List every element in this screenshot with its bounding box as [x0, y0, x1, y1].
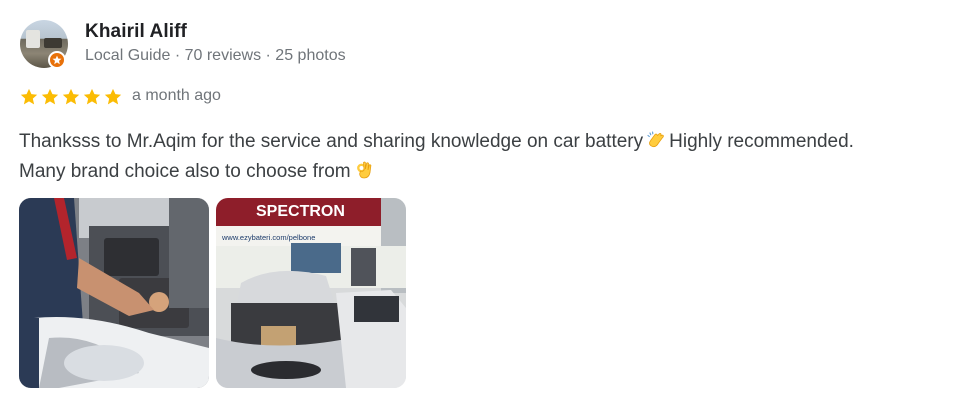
- local-guide-badge-icon: [48, 51, 66, 69]
- star-icon: [62, 88, 80, 105]
- shop-sign: SPECTRON: [256, 203, 345, 220]
- review-text-segment: Highly recommended.: [669, 131, 854, 152]
- review-photo[interactable]: [19, 198, 209, 388]
- review-photo[interactable]: SPECTRON www.ezybateri.com/pelbone: [216, 198, 406, 388]
- review-time: a month ago: [132, 87, 221, 104]
- shop-url: www.ezybateri.com/pelbone: [221, 233, 315, 242]
- review-card: Khairil Aliff Local Guide · 70 reviews ·…: [0, 0, 962, 400]
- star-icon: [20, 88, 38, 105]
- reviewer-meta[interactable]: Local Guide · 70 reviews · 25 photos: [85, 47, 346, 65]
- review-text-segment: Many brand choice also to choose from: [19, 161, 351, 182]
- review-text-line: Many brand choice also to choose from: [19, 157, 959, 187]
- review-text-segment: Thanksss to Mr.Aqim for the service and …: [19, 131, 644, 152]
- reviewer-name[interactable]: Khairil Aliff: [85, 21, 187, 43]
- review-text-line: Thanksss to Mr.Aqim for the service and …: [19, 127, 959, 157]
- star-rating: [19, 87, 123, 107]
- shop-front-photo: SPECTRON www.ezybateri.com/pelbone: [216, 198, 406, 388]
- review-text: Thanksss to Mr.Aqim for the service and …: [19, 127, 959, 187]
- clapping-hands-icon: [647, 131, 664, 148]
- car-battery-service-photo: [19, 198, 209, 388]
- ok-hand-icon: [356, 161, 371, 179]
- star-icon: [104, 88, 122, 105]
- star-icon: [83, 88, 101, 105]
- star-icon: [41, 88, 59, 105]
